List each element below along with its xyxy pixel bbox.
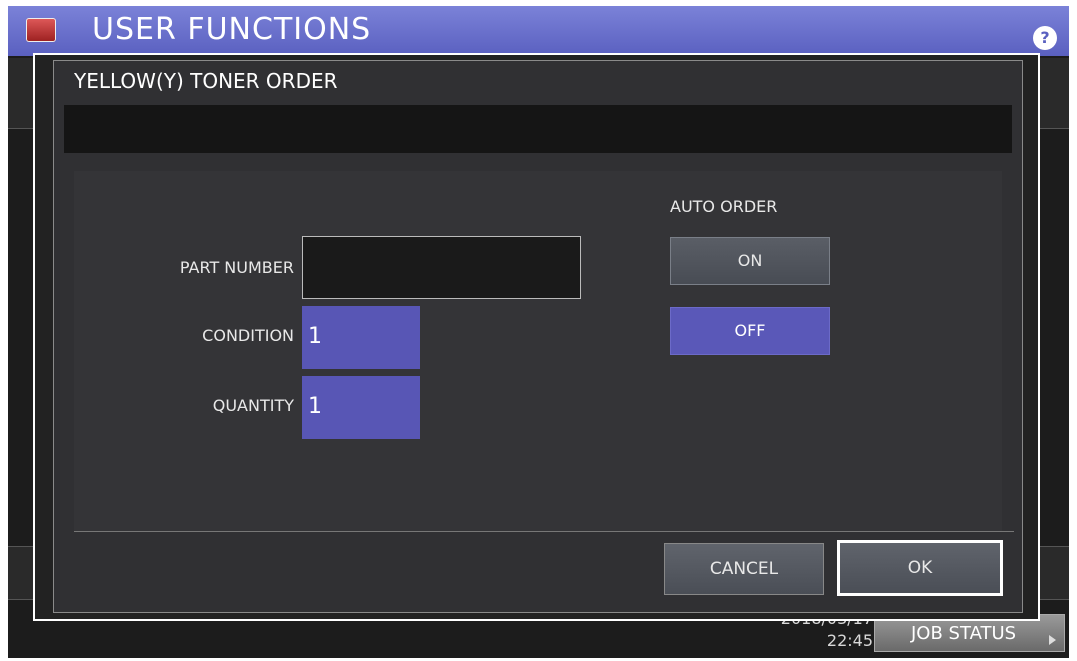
- divider: [74, 531, 1014, 532]
- message-bar: [64, 105, 1012, 153]
- part-number-label: PART NUMBER: [179, 258, 294, 277]
- condition-label: CONDITION: [202, 326, 294, 345]
- auto-order-on-button[interactable]: ON: [670, 237, 830, 285]
- help-icon[interactable]: ?: [1033, 26, 1057, 50]
- auto-order-label: AUTO ORDER: [670, 197, 778, 216]
- dialog-title: YELLOW(Y) TONER ORDER: [74, 69, 338, 93]
- condition-field[interactable]: 1: [302, 306, 420, 369]
- time-text: 22:45: [826, 631, 873, 650]
- cancel-button[interactable]: CANCEL: [664, 543, 824, 595]
- app-header: USER FUNCTIONS ?: [8, 6, 1069, 56]
- dialog-panel: YELLOW(Y) TONER ORDER PART NUMBER CONDIT…: [53, 60, 1023, 613]
- part-number-field[interactable]: [302, 236, 581, 299]
- content-area: [74, 171, 1002, 531]
- auto-order-off-button[interactable]: OFF: [670, 307, 830, 355]
- toner-order-dialog: YELLOW(Y) TONER ORDER PART NUMBER CONDIT…: [33, 53, 1040, 621]
- play-arrow-icon: [1049, 635, 1056, 645]
- app-title: USER FUNCTIONS: [92, 12, 372, 47]
- user-functions-icon: [26, 18, 56, 42]
- job-status-label: JOB STATUS: [911, 623, 1017, 644]
- quantity-field[interactable]: 1: [302, 376, 420, 439]
- quantity-label: QUANTITY: [212, 396, 294, 415]
- ok-button[interactable]: OK: [837, 540, 1003, 596]
